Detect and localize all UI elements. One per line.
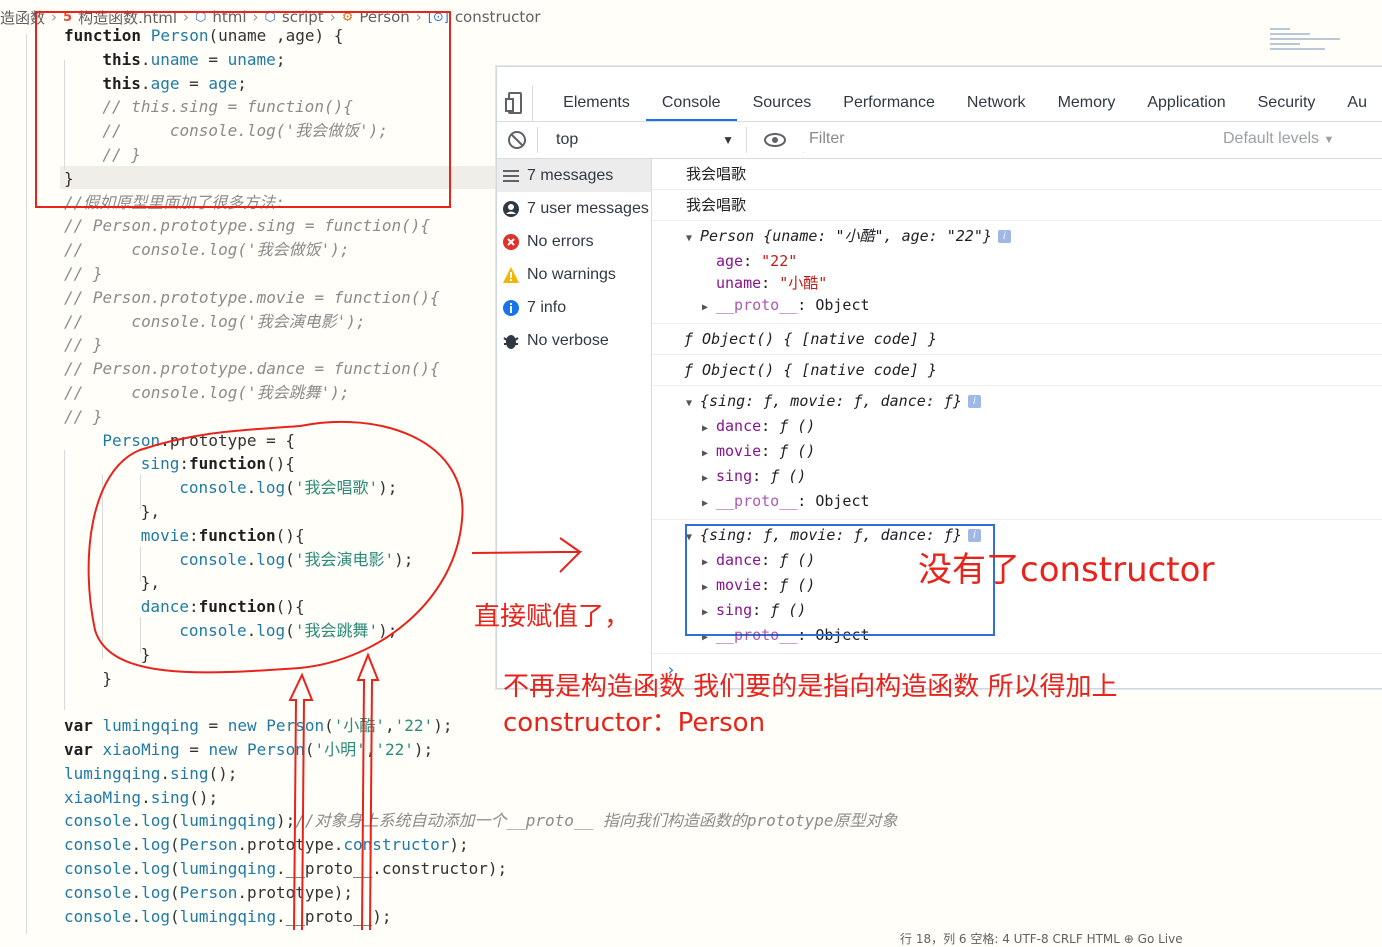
annotation-direct-assign: 直接赋值了， bbox=[474, 602, 631, 632]
status-bar: 行 18，列 6 空格: 4 UTF-8 CRLF HTML ⊕ Go Live bbox=[900, 932, 1183, 946]
annotation-explain-2: constructor：Person bbox=[503, 708, 766, 738]
annotation-explain-1: 不再是构造函数 我们要的是指向构造函数 所以得加上 bbox=[503, 672, 1118, 702]
red-arrow-up bbox=[288, 672, 314, 931]
red-arrow-right bbox=[471, 537, 583, 573]
red-arrow-up bbox=[356, 652, 380, 931]
annotation-no-constructor: 没有了constructor bbox=[918, 550, 1215, 590]
red-box-annotation bbox=[35, 11, 451, 208]
red-circle-annotation bbox=[87, 420, 464, 674]
annotation-overlay bbox=[35, 11, 583, 931]
